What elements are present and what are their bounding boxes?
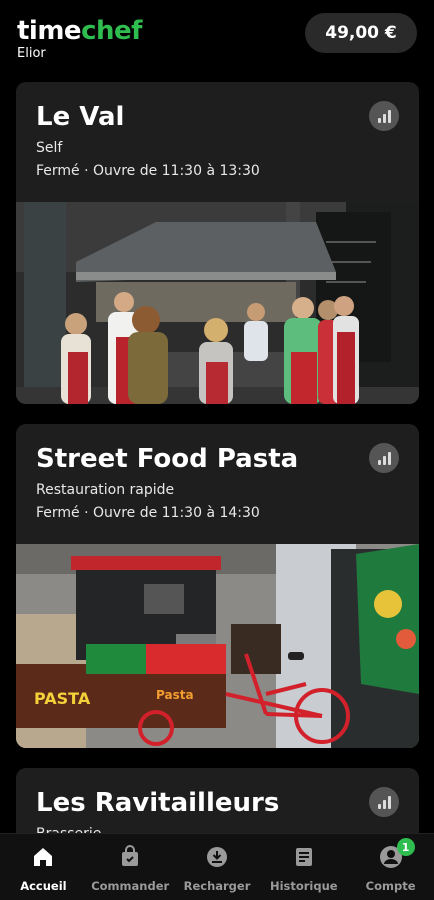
brand-subtitle: Elior [17, 46, 46, 61]
tab-accueil[interactable]: Accueil [0, 834, 87, 900]
restaurant-type: Restauration rapide [36, 482, 175, 498]
balance-button[interactable]: 49,00 € [305, 13, 417, 53]
restaurant-card-street-food-pasta[interactable]: Street Food Pasta Restauration rapide Fe… [16, 424, 419, 748]
tab-label: Historique [269, 879, 338, 893]
tab-label: Recharger [183, 879, 251, 893]
tab-label: Commander [91, 879, 170, 893]
bag-icon [117, 844, 143, 870]
tab-commander[interactable]: Commander [87, 834, 174, 900]
tab-recharger[interactable]: Recharger [174, 834, 261, 900]
stats-icon[interactable] [369, 101, 399, 131]
restaurant-card-le-val[interactable]: Le Val Self Fermé · Ouvre de 11:30 à 13:… [16, 82, 419, 404]
brand-time: time [17, 16, 82, 46]
restaurant-hours: Fermé · Ouvre de 11:30 à 13:30 [36, 163, 260, 179]
brand-chef: chef [81, 16, 142, 46]
brand-logo: timechef Elior [17, 16, 142, 61]
food-cart-photo-illustration: PASTA Pasta [16, 544, 419, 748]
kitchen-photo-illustration [16, 202, 419, 404]
app-header: timechef Elior 49,00 € [0, 0, 434, 78]
document-icon [291, 844, 317, 870]
stats-icon[interactable] [369, 443, 399, 473]
stats-icon[interactable] [369, 787, 399, 817]
tab-compte[interactable]: 1 Compte [347, 834, 434, 900]
notification-badge: 1 [396, 838, 415, 856]
tab-historique[interactable]: Historique [260, 834, 347, 900]
tab-label: Accueil [20, 879, 67, 893]
restaurant-photo [16, 202, 419, 404]
tab-label: Compte [365, 879, 416, 893]
restaurant-name: Street Food Pasta [36, 444, 299, 474]
pasta-small-sign: Pasta [156, 688, 194, 702]
brand-name: timechef [17, 16, 142, 46]
restaurant-name: Le Val [36, 102, 125, 132]
restaurant-hours: Fermé · Ouvre de 11:30 à 14:30 [36, 505, 260, 521]
restaurant-name: Les Ravitailleurs [36, 788, 280, 818]
pasta-sign: PASTA [34, 689, 91, 708]
download-circle-icon [204, 844, 230, 870]
restaurant-type: Self [36, 140, 63, 156]
restaurant-photo: PASTA Pasta [16, 544, 419, 748]
home-icon [30, 844, 56, 870]
bottom-tab-bar: Accueil Commander Recharger Historique 1… [0, 833, 434, 900]
